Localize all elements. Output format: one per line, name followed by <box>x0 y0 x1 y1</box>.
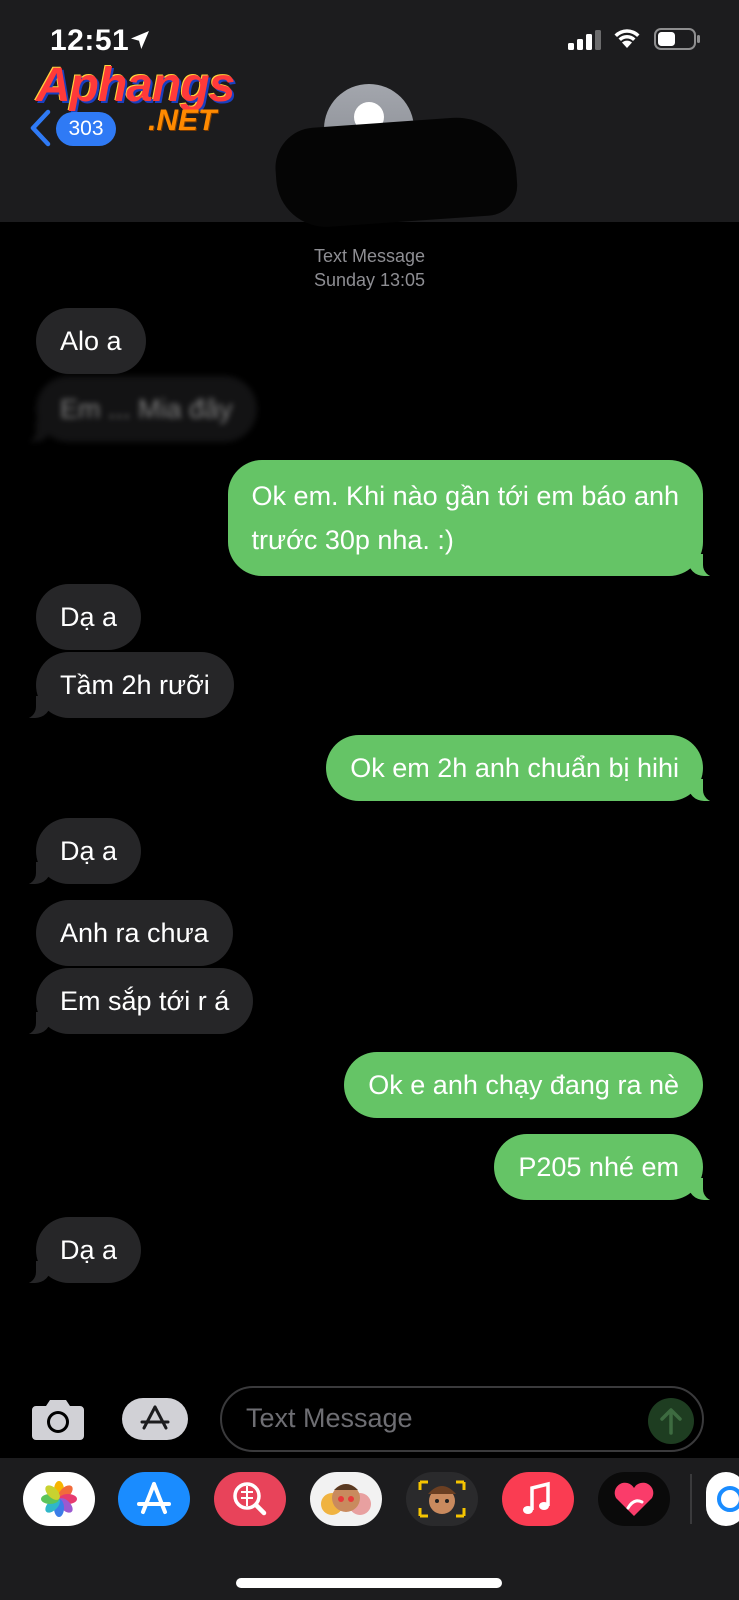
drawer-divider <box>690 1474 692 1524</box>
message-input-placeholder: Text Message <box>246 1403 413 1433</box>
message-text: Ok e anh chạy đang ra nè <box>368 1070 679 1100</box>
message-text: Tầm 2h rưỡi <box>60 670 210 700</box>
outgoing-message[interactable]: Ok e anh chạy đang ra nè <box>344 1052 703 1118</box>
message-text: Em ... Mia đây <box>60 394 233 424</box>
memoji-stickers-app-button[interactable] <box>310 1472 382 1526</box>
date-label: Sunday 13:05 <box>313 270 426 290</box>
back-chevron-icon[interactable] <box>28 108 54 148</box>
message-input[interactable]: Text Message <box>220 1386 704 1452</box>
more-apps-button[interactable] <box>706 1472 739 1526</box>
location-arrow-icon <box>131 31 149 49</box>
status-time: 12:51 <box>50 24 130 57</box>
thread-timestamp: Text Message Sunday 13:05 <box>0 244 739 292</box>
message-text: Em sắp tới r á <box>60 986 230 1016</box>
more-apps-icon <box>717 1486 739 1512</box>
incoming-message[interactable]: Dạ a <box>21 818 142 885</box>
send-button[interactable] <box>648 1398 694 1444</box>
image-search-icon <box>233 1482 267 1516</box>
message-text: Ok em 2h anh chuẩn bị hihi <box>350 753 679 783</box>
cellular-signal-icon <box>568 30 601 50</box>
outgoing-message[interactable]: P205 nhé em <box>494 1134 717 1201</box>
memoji-icon <box>418 1480 466 1518</box>
message-text-line: trước 30p nha. :) <box>251 525 454 555</box>
memoji-app-button[interactable] <box>406 1472 478 1526</box>
message-text: Alo a <box>60 326 122 356</box>
send-arrow-icon <box>660 1408 682 1435</box>
conversation-header: 12:51 Aphangs .NET 303 <box>0 0 739 231</box>
wifi-icon <box>614 29 640 48</box>
memoji-stickers-icon <box>321 1484 371 1515</box>
incoming-message[interactable]: Anh ra chưa <box>36 900 233 966</box>
message-text: Anh ra chưa <box>60 918 209 948</box>
photos-icon <box>41 1481 77 1517</box>
message-text-line: Ok em. Khi nào gần tới em báo anh <box>251 481 679 511</box>
message-text: Dạ a <box>60 836 118 866</box>
incoming-message-obscured[interactable]: Em ... Mia đây <box>22 376 257 443</box>
digital-touch-app-button[interactable] <box>598 1472 670 1526</box>
music-icon <box>523 1481 550 1514</box>
redaction-scribble <box>272 113 520 231</box>
message-text: P205 nhé em <box>518 1152 679 1182</box>
image-search-app-button[interactable] <box>214 1472 286 1526</box>
home-indicator[interactable] <box>236 1578 502 1588</box>
incoming-message[interactable]: Em sắp tới r á <box>21 968 254 1035</box>
music-app-button[interactable] <box>502 1472 574 1526</box>
camera-icon[interactable] <box>30 1396 86 1442</box>
outgoing-message[interactable]: Ok em 2h anh chuẩn bị hihi <box>326 735 717 802</box>
outgoing-message[interactable]: Ok em. Khi nào gần tới em báo anh trước … <box>227 460 718 577</box>
app-store-icon <box>137 1482 171 1514</box>
incoming-message[interactable]: Tầm 2h rưỡi <box>22 652 234 719</box>
battery-icon <box>654 28 700 50</box>
photos-app-button[interactable] <box>23 1472 95 1526</box>
digital-touch-icon <box>614 1482 654 1516</box>
app-store-app-button[interactable] <box>118 1472 190 1526</box>
message-text: Dạ a <box>60 602 118 632</box>
back-unread-badge[interactable]: 303 <box>56 112 116 146</box>
service-label: Text Message <box>313 246 426 266</box>
watermark-suffix: .NET <box>148 104 217 137</box>
incoming-message[interactable]: Dạ a <box>21 1217 142 1284</box>
incoming-message[interactable]: Alo a <box>36 308 146 374</box>
message-text: Dạ a <box>60 1235 118 1265</box>
app-store-glyph-icon <box>140 1405 170 1430</box>
app-store-button[interactable] <box>122 1398 188 1440</box>
incoming-message[interactable]: Dạ a <box>36 584 142 650</box>
